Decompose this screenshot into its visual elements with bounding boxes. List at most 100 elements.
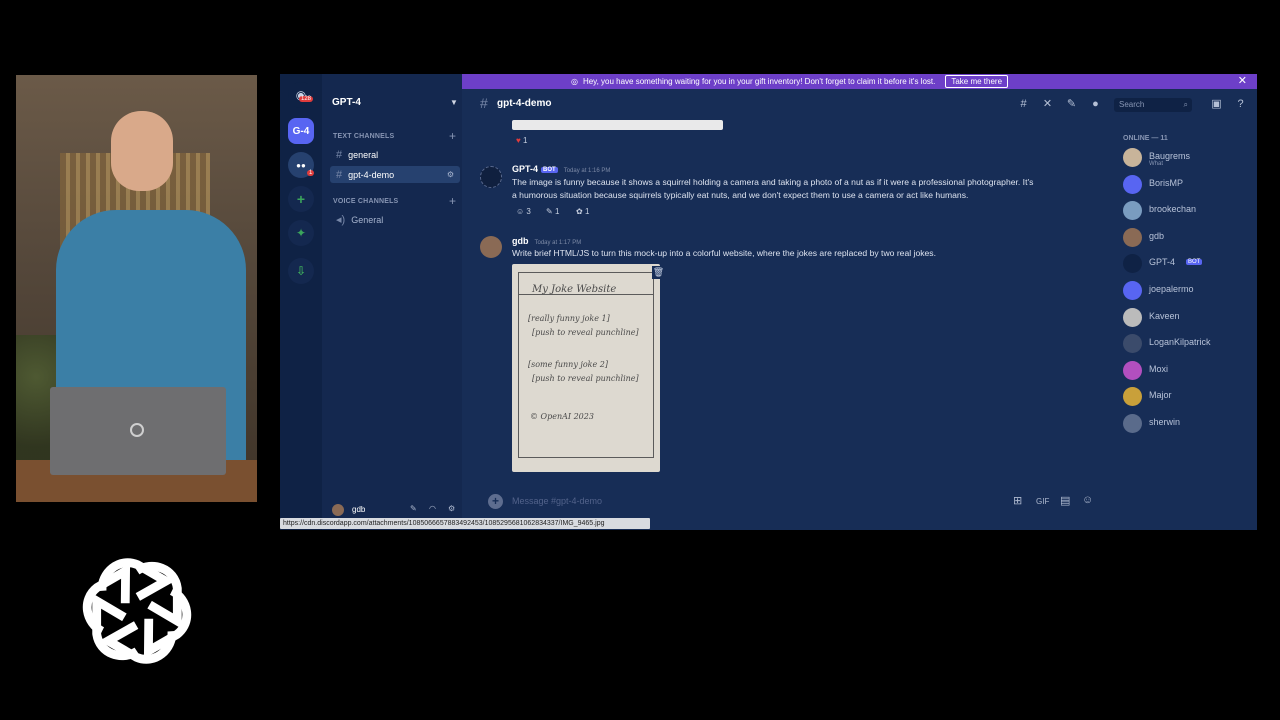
reaction-3[interactable]: ✿ 1 (576, 207, 589, 216)
mockup-punchline-2: [push to reveal punchline] (532, 374, 639, 383)
reaction-count: 1 (554, 207, 560, 216)
message-text: Write brief HTML/JS to turn this mock-up… (512, 247, 936, 260)
avatar (1123, 227, 1142, 247)
message-text: The image is funny because it shows a sq… (512, 176, 1033, 202)
pin-icon[interactable]: ✎ (1065, 98, 1078, 111)
mockup-joke-2: [some funny joke 2] (528, 360, 609, 369)
bot-tag: BOT (541, 166, 558, 173)
member-item[interactable]: gdb (1123, 227, 1253, 248)
mockup-punchline-1: [push to reveal punchline] (532, 328, 639, 337)
avatar (1123, 387, 1142, 407)
squirrel-icon: ✿ (576, 207, 583, 216)
avatar (1123, 334, 1142, 354)
channel-settings-icon[interactable]: ⚙ (447, 170, 454, 179)
openai-logo (74, 548, 200, 674)
message-line: a humorous situation because squirrels t… (512, 190, 969, 200)
channel-label: gpt-4-demo (348, 169, 395, 180)
members-icon[interactable]: ● (1089, 98, 1102, 111)
reaction-count: 1 (584, 207, 590, 216)
member-item[interactable]: brookechan (1123, 201, 1253, 221)
close-icon[interactable]: ✕ (1238, 74, 1247, 89)
member-item[interactable]: Major (1123, 387, 1253, 407)
discord-home-icon[interactable]: ◉ (288, 82, 314, 108)
previous-image-edge (512, 120, 723, 130)
mute-icon[interactable]: ✕ (1041, 98, 1054, 111)
channel-title: gpt-4-demo (497, 98, 552, 109)
voice-channels-category[interactable]: VOICE CHANNELS (333, 198, 398, 205)
channel-gpt-4-demo[interactable]: # gpt-4-demo ⚙ (330, 166, 460, 183)
headphones-icon[interactable]: ◠ (429, 504, 436, 513)
sticker-icon[interactable]: ▤ (1060, 494, 1070, 507)
guild-name[interactable]: GPT-4 (332, 97, 361, 108)
discord-window: ◎ Hey, you have something waiting for yo… (280, 74, 1257, 530)
add-text-channel-icon[interactable]: + (449, 129, 456, 143)
add-server-icon[interactable]: + (288, 186, 314, 212)
delete-attachment-icon[interactable]: 🗑 (652, 266, 665, 279)
member-item[interactable]: BorisMP (1123, 174, 1253, 195)
server-icon-g4[interactable]: G-4 (288, 118, 314, 144)
message-composer[interactable]: + Message #gpt-4-demo (482, 490, 1102, 514)
avatar[interactable] (480, 236, 502, 258)
member-list: ONLINE — 11 Baugrems What BorisMP brookecha… (1110, 119, 1257, 530)
gift-icon[interactable]: ⊞ (1013, 494, 1022, 507)
laugh-icon: ☺ (516, 207, 525, 216)
voice-channel-general[interactable]: ◂) General (330, 211, 460, 228)
chevron-down-icon[interactable]: ▼ (450, 98, 458, 107)
avatar (1123, 148, 1142, 167)
add-voice-channel-icon[interactable]: + (449, 194, 456, 208)
server-list: ◉ 128 G-4 ●● 1 + ✦ ⇩ (280, 74, 322, 530)
text-channels-category[interactable]: TEXT CHANNELS (333, 133, 394, 140)
take-me-there-button[interactable]: Take me there (945, 75, 1009, 88)
search-input[interactable]: Search ⌕ (1114, 98, 1192, 112)
attached-mockup-image[interactable]: My Joke Website [really funny joke 1] [p… (512, 264, 660, 472)
hash-icon: # (336, 148, 343, 161)
member-item[interactable]: LoganKilpatrick (1123, 334, 1253, 354)
laptop (50, 387, 226, 475)
gift-banner: ◎ Hey, you have something waiting for yo… (322, 74, 1257, 89)
message-author[interactable]: gdb Today at 1:17 PM (512, 236, 581, 246)
member-item[interactable]: GPT-4 BOT (1123, 254, 1253, 274)
member-item[interactable]: Kaveen (1123, 307, 1253, 328)
explore-icon[interactable]: ✦ (288, 220, 314, 246)
mockup-title: My Joke Website (532, 284, 617, 295)
heart-icon: ♥ (516, 136, 521, 145)
member-status: What (1149, 161, 1164, 167)
member-name: GPT-4 (1149, 257, 1176, 268)
avatar[interactable] (480, 166, 502, 188)
banner-text: Hey, you have something waiting for you … (582, 77, 936, 86)
microphone-icon[interactable]: ✎ (410, 504, 417, 513)
message-time: Today at 1:17 PM (534, 240, 582, 246)
avatar (1123, 307, 1142, 327)
member-item[interactable]: sherwin (1123, 414, 1253, 434)
member-name: gdb (1149, 230, 1165, 241)
threads-icon[interactable]: # (1017, 98, 1030, 111)
reaction-2[interactable]: ✎ 1 (546, 207, 559, 216)
message-author[interactable]: GPT-4 BOT Today at 1:16 PM (512, 164, 610, 174)
member-name: Baugrems (1149, 151, 1191, 161)
reaction-heart[interactable]: ♥ 1 (516, 136, 527, 145)
download-icon[interactable]: ⇩ (288, 258, 314, 284)
gif-icon[interactable]: GIF (1036, 497, 1049, 506)
user-panel: gdb ✎ ◠ ⚙ (322, 504, 462, 518)
member-name: Major (1149, 390, 1172, 401)
inbox-icon[interactable]: ▣ (1210, 98, 1223, 111)
help-icon[interactable]: ? (1234, 98, 1247, 111)
user-avatar[interactable] (332, 504, 344, 516)
hash-icon: # (480, 95, 488, 111)
member-item[interactable]: Moxi (1123, 360, 1253, 381)
search-icon: ⌕ (1183, 100, 1188, 109)
member-name: joepalermo (1149, 284, 1194, 294)
emoji-icon[interactable]: ☺ (1082, 494, 1093, 506)
gift-icon: ◎ (570, 77, 578, 86)
channel-general[interactable]: # general (330, 146, 460, 163)
reaction-laugh[interactable]: ☺ 3 (516, 207, 531, 216)
member-list-header: ONLINE — 11 (1123, 135, 1168, 142)
member-name: BorisMP (1149, 177, 1184, 188)
presenter-head (111, 111, 173, 191)
member-item[interactable]: Baugrems What (1123, 148, 1253, 168)
member-name: brookechan (1149, 204, 1197, 215)
member-item[interactable]: joepalermo (1123, 281, 1253, 301)
settings-icon[interactable]: ⚙ (448, 504, 455, 513)
add-attachment-icon[interactable]: + (488, 494, 503, 509)
channel-header: # gpt-4-demo # ✕ ✎ ● Search ⌕ ▣ ? (462, 89, 1257, 119)
